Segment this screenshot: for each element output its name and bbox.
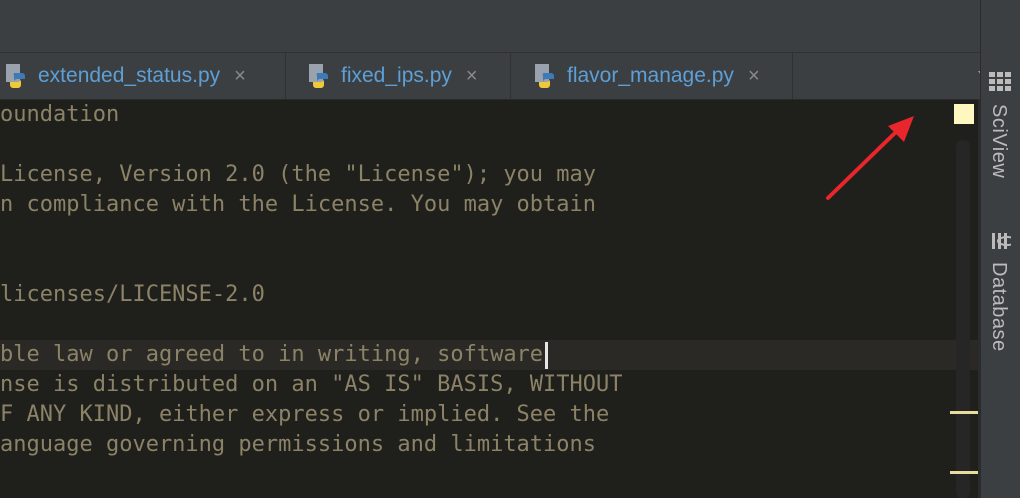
tab-extended-status[interactable]: extended_status.py × xyxy=(0,53,286,99)
code-line: nse is distributed on an "AS IS" BASIS, … xyxy=(0,372,623,397)
python-file-icon xyxy=(309,64,328,88)
error-stripe-mark[interactable] xyxy=(950,411,978,414)
sciview-icon xyxy=(989,72,1011,91)
scrollbar-track[interactable] xyxy=(956,140,970,498)
inspection-status-indicator[interactable] xyxy=(954,104,974,124)
close-icon[interactable]: × xyxy=(748,65,760,88)
code-line: licenses/LICENSE-2.0 xyxy=(0,282,265,307)
tab-flavor-manage[interactable]: flavor_manage.py × xyxy=(529,53,793,99)
tab-fixed-ips[interactable]: fixed_ips.py × xyxy=(303,53,511,99)
python-file-icon xyxy=(6,64,25,88)
window-top-bar xyxy=(0,0,980,53)
code-line: anguage governing permissions and limita… xyxy=(0,432,597,457)
database-tool-tab[interactable]: Database xyxy=(987,262,1010,352)
code-line-text: ble law or agreed to in writing, softwar… xyxy=(0,342,544,367)
tab-label: fixed_ips.py xyxy=(341,64,452,87)
code-line: F ANY KIND, either express or implied. S… xyxy=(0,402,610,427)
code-line: License, Version 2.0 (the "License"); yo… xyxy=(0,162,597,187)
tab-label: flavor_manage.py xyxy=(567,64,734,87)
right-tool-window-bar: SciView Database xyxy=(980,0,1020,498)
code-line: n compliance with the License. You may o… xyxy=(0,192,597,217)
close-icon[interactable]: × xyxy=(466,65,478,88)
database-icon xyxy=(992,233,1011,249)
error-stripe-mark[interactable] xyxy=(950,471,978,474)
editor-tab-bar: extended_status.py × fixed_ips.py × flav… xyxy=(0,53,980,100)
close-icon[interactable]: × xyxy=(234,65,246,88)
tab-label: extended_status.py xyxy=(38,64,221,87)
code-editor[interactable]: oundation License, Version 2.0 (the "Lic… xyxy=(0,100,978,498)
code-line: oundation xyxy=(0,102,120,127)
python-file-icon xyxy=(535,64,554,88)
text-caret xyxy=(545,341,549,369)
sciview-tool-tab[interactable]: SciView xyxy=(987,104,1010,178)
code-line-current: ble law or agreed to in writing, softwar… xyxy=(0,340,549,370)
